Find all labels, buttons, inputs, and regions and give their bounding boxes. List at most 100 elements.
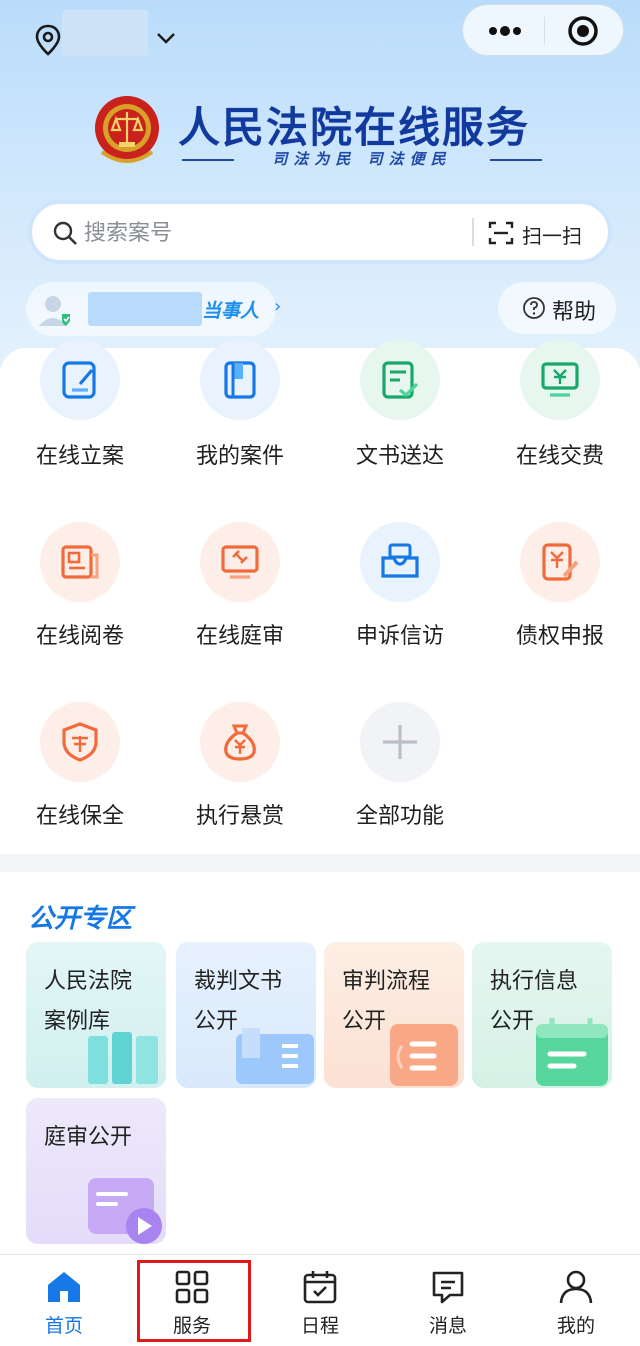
gavel-screen-icon — [221, 545, 259, 579]
message-icon — [432, 1271, 464, 1304]
yuan-monitor-icon — [541, 362, 579, 397]
service-icon-bg — [40, 522, 120, 602]
public-card-case-library[interactable]: 人民法院 案例库 — [26, 942, 166, 1088]
slogan: 司法为民 司法便民 — [272, 150, 452, 168]
user-identity-button[interactable]: 当事人 › — [26, 282, 281, 336]
target-close-icon[interactable] — [567, 15, 599, 47]
public-card-execution-info[interactable]: 执行信息 公开 — [472, 942, 612, 1088]
slogan-line-right — [490, 159, 542, 161]
service-label: 在线交费 — [515, 444, 604, 469]
location-pin-icon[interactable] — [34, 24, 62, 56]
more-dots-icon[interactable] — [485, 19, 525, 43]
search-input[interactable] — [84, 214, 444, 252]
service-icon-bg — [360, 340, 440, 420]
public-card-judgment-docs[interactable]: 裁判文书 公开 — [176, 942, 316, 1088]
yuan-edit-icon — [542, 543, 579, 581]
avatar — [39, 296, 70, 326]
service-label: 在线立案 — [35, 444, 124, 469]
section-divider — [0, 854, 640, 872]
tab-label: 消息 — [428, 1315, 467, 1337]
service-label: 申诉信访 — [355, 624, 444, 649]
user-icon — [559, 1270, 593, 1304]
service-all-functions[interactable]: 全部功能 — [320, 698, 480, 848]
money-bag-icon — [224, 724, 256, 761]
chevron-down-icon[interactable] — [154, 28, 178, 48]
public-card-title: 庭审公开 — [44, 1118, 164, 1158]
service-icon-bg — [40, 340, 120, 420]
service-online-payment[interactable]: 在线交费 — [480, 340, 640, 498]
bottom-tab-bar: 首页 服务 日程 消息 我的 — [0, 1254, 640, 1346]
flow-illustration-icon — [390, 1024, 458, 1086]
service-icon-bg — [520, 340, 600, 420]
service-label: 在线保全 — [35, 804, 124, 829]
court-emblem-icon — [95, 96, 159, 163]
service-label: 文书送达 — [355, 444, 444, 469]
newspaper-icon — [61, 545, 99, 579]
slogan-line-left — [182, 159, 234, 161]
public-card-line1: 人民法院 — [44, 969, 133, 994]
service-execution-reward[interactable]: 执行悬赏 — [160, 698, 320, 848]
service-online-preservation[interactable]: 在线保全 — [0, 698, 160, 848]
public-card-line1: 执行信息 — [490, 969, 579, 994]
plus-icon — [383, 725, 417, 759]
service-icon-bg — [360, 522, 440, 602]
open-book-illustration-icon — [236, 1028, 314, 1084]
doc-check-icon — [382, 361, 419, 399]
service-icon-bg — [200, 522, 280, 602]
public-card-trial-broadcast[interactable]: 庭审公开 — [26, 1098, 166, 1244]
service-online-filing[interactable]: 在线立案 — [0, 340, 160, 498]
calendar-check-icon — [303, 1271, 337, 1304]
book-icon — [224, 361, 256, 399]
tab-label: 首页 — [44, 1315, 83, 1337]
service-claim-declaration[interactable]: 债权申报 — [480, 518, 640, 668]
capsule-divider — [544, 17, 545, 45]
service-label: 在线阅卷 — [35, 624, 124, 649]
help-icon — [523, 297, 545, 319]
miniprogram-capsule — [462, 4, 624, 56]
video-play-illustration-icon — [88, 1178, 162, 1244]
edit-doc-icon — [62, 361, 96, 399]
service-icon-bg — [200, 702, 280, 782]
services-card: 在线立案 我的案件 文书送达 在线交费 在线阅卷 在线庭审 申诉信访 债权申报 … — [0, 340, 640, 854]
service-online-reading[interactable]: 在线阅卷 — [0, 518, 160, 668]
service-online-hearing[interactable]: 在线庭审 — [160, 518, 320, 668]
inbox-icon — [381, 543, 419, 578]
public-card-line1: 庭审公开 — [44, 1125, 133, 1150]
service-icon-bg — [200, 340, 280, 420]
tab-messages[interactable]: 消息 — [384, 1255, 512, 1346]
service-petition[interactable]: 申诉信访 — [320, 518, 480, 668]
search-icon — [53, 221, 77, 245]
tab-schedule[interactable]: 日程 — [256, 1255, 384, 1346]
books-illustration-icon — [88, 1032, 158, 1084]
tab-label: 我的 — [556, 1315, 595, 1337]
public-zone-title: 公开专区 — [28, 904, 133, 934]
service-my-cases[interactable]: 我的案件 — [160, 340, 320, 498]
service-label: 执行悬赏 — [195, 804, 284, 829]
scan-button[interactable]: 扫一扫 — [484, 210, 604, 254]
help-label: 帮助 — [552, 300, 597, 325]
location-name-redacted[interactable] — [62, 10, 148, 56]
public-card-line1: 审判流程 — [342, 969, 431, 994]
slogan-row: 司法为民 司法便民 — [182, 148, 542, 172]
tab-mine[interactable]: 我的 — [512, 1255, 640, 1346]
public-card-trial-process[interactable]: 审判流程 公开 — [324, 942, 464, 1088]
search-bar: 扫一扫 — [28, 200, 612, 264]
service-label: 我的案件 — [195, 444, 284, 469]
highlight-annotation-box — [137, 1260, 251, 1342]
service-label: 债权申报 — [515, 624, 604, 649]
service-label: 全部功能 — [355, 804, 444, 829]
scan-icon — [488, 221, 514, 245]
public-card-line1: 裁判文书 — [194, 969, 283, 994]
user-name-redacted — [88, 292, 202, 326]
shield-bao-icon — [62, 722, 98, 762]
help-button[interactable]: 帮助 — [498, 282, 616, 334]
calendar-illustration-icon — [536, 1018, 608, 1086]
tab-home[interactable]: 首页 — [0, 1255, 128, 1346]
service-icon-bg — [40, 702, 120, 782]
app-title: 人民法院在线服务 — [178, 103, 531, 152]
chevron-right-icon: › — [274, 296, 282, 317]
service-label: 在线庭审 — [195, 624, 284, 649]
service-document-delivery[interactable]: 文书送达 — [320, 340, 480, 498]
home-icon — [48, 1272, 80, 1302]
service-icon-bg — [360, 702, 440, 782]
